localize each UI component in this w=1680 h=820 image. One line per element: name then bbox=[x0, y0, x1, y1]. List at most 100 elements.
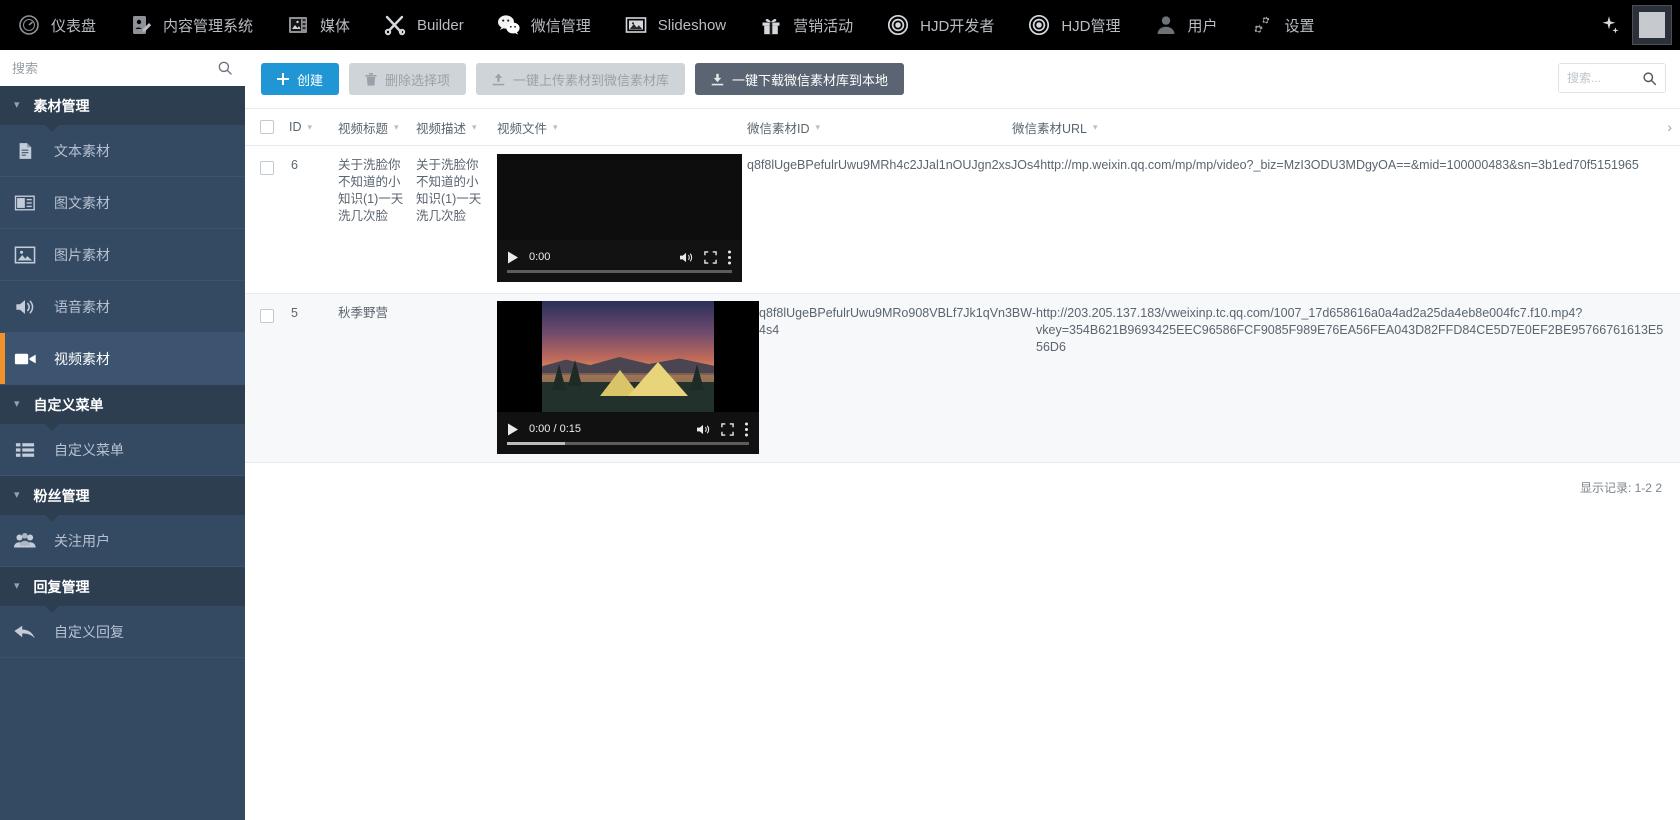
search-icon[interactable] bbox=[217, 60, 233, 76]
topnav-item-slideshow[interactable]: Slideshow bbox=[607, 0, 742, 50]
column-header-wechat-media-url[interactable]: 微信素材URL ▾ bbox=[1012, 118, 1680, 137]
row-checkbox[interactable] bbox=[260, 309, 274, 323]
sidebar-item-text-material[interactable]: 文本素材 bbox=[0, 125, 245, 177]
topbar-right-controls bbox=[1596, 0, 1680, 50]
chevron-down-icon: ▾ bbox=[553, 121, 558, 132]
sidebar-search-input[interactable] bbox=[12, 60, 192, 76]
sidebar-group-custom-menu[interactable]: ▾ 自定义菜单 bbox=[0, 385, 245, 431]
sidebar-item-video-material[interactable]: 视频素材 bbox=[0, 333, 245, 385]
topnav-item-hjd-developer[interactable]: HJD开发者 bbox=[869, 0, 1010, 50]
sidebar-item-custom-reply[interactable]: 自定义回复 bbox=[0, 606, 245, 658]
delete-selected-button[interactable]: 删除选择项 bbox=[349, 63, 467, 95]
topnav-label: Slideshow bbox=[657, 16, 727, 34]
video-camera-icon bbox=[12, 350, 38, 368]
sidebar-item-label: 图文素材 bbox=[54, 194, 110, 211]
sidebar-item-image-material[interactable]: 图片素材 bbox=[0, 229, 245, 281]
video-controls: 0:00 bbox=[497, 240, 742, 282]
target-icon bbox=[1026, 12, 1052, 38]
poster-artwork bbox=[542, 301, 714, 412]
sidebar-search[interactable] bbox=[0, 50, 245, 86]
chevron-down-icon: ▾ bbox=[472, 121, 477, 132]
table-row[interactable]: 6 关于洗脸你不知道的小知识(1)一天洗几次脸 关于洗脸你不知道的小知识(1)一… bbox=[245, 146, 1680, 293]
topnav-label: HJD开发者 bbox=[920, 17, 995, 35]
sidebar-item-voice-material[interactable]: 语音素材 bbox=[0, 281, 245, 333]
video-progress-bar[interactable] bbox=[507, 442, 749, 445]
topnav-label: 营销活动 bbox=[793, 17, 854, 35]
chevron-down-icon: ▾ bbox=[14, 580, 20, 592]
sidebar-item-followers[interactable]: 关注用户 bbox=[0, 515, 245, 567]
chevron-down-icon: ▾ bbox=[14, 489, 20, 501]
column-header-video-file[interactable]: 视频文件 ▾ bbox=[497, 118, 747, 137]
sidebar-item-label: 语音素材 bbox=[54, 298, 110, 315]
topnav-item-settings[interactable]: 设置 bbox=[1234, 0, 1331, 50]
chevron-right-icon[interactable]: › bbox=[1667, 119, 1672, 135]
fullscreen-icon[interactable] bbox=[721, 422, 734, 436]
kebab-menu-icon[interactable] bbox=[727, 250, 732, 265]
table-search-input[interactable] bbox=[1567, 71, 1633, 85]
table-row[interactable]: 5 秋季野营 0:00 / 0:15 q8f8lUgeBPefulrUwu9MR… bbox=[245, 294, 1680, 462]
content-toolbar: 创建 删除选择项 一键上传素材到微信素材库 一键下载微信素材库到本地 搜索... bbox=[245, 50, 1680, 108]
kebab-menu-icon[interactable] bbox=[744, 422, 749, 437]
upload-to-wechat-button[interactable]: 一键上传素材到微信素材库 bbox=[476, 63, 686, 95]
chevron-down-icon: ▾ bbox=[394, 121, 399, 132]
column-header-video-title[interactable]: 视频标题 ▾ bbox=[338, 118, 416, 137]
sidebar-group-material[interactable]: ▾ 素材管理 bbox=[0, 86, 245, 132]
column-header-wechat-media-id[interactable]: 微信素材ID ▾ bbox=[747, 118, 1012, 137]
cell-wechat-media-url: http://mp.weixin.qq.com/mp/mp/video?_biz… bbox=[1040, 158, 1639, 172]
create-button[interactable]: 创建 bbox=[261, 63, 340, 95]
video-player[interactable]: 0:00 / 0:15 bbox=[497, 301, 759, 454]
topnav-item-builder[interactable]: Builder bbox=[366, 0, 480, 50]
slideshow-icon bbox=[623, 12, 649, 38]
video-time: 0:00 bbox=[529, 250, 551, 263]
topnav-item-dashboard[interactable]: 仪表盘 bbox=[0, 0, 112, 50]
video-progress-bar[interactable] bbox=[507, 270, 732, 273]
trash-icon bbox=[365, 72, 377, 86]
column-label: 视频标题 bbox=[338, 121, 389, 136]
row-select-cell[interactable] bbox=[245, 305, 289, 323]
column-header-video-description[interactable]: 视频描述 ▾ bbox=[416, 118, 497, 137]
sidebar-group-fans[interactable]: ▾ 粉丝管理 bbox=[0, 476, 245, 522]
chevron-down-icon: ▾ bbox=[307, 121, 313, 132]
volume-icon[interactable] bbox=[696, 423, 711, 436]
video-player[interactable]: 0:00 bbox=[497, 154, 742, 282]
topnav-label: 微信管理 bbox=[530, 17, 591, 35]
topnav-item-hjd-admin[interactable]: HJD管理 bbox=[1010, 0, 1136, 50]
sidebar-group-reply[interactable]: ▾ 回复管理 bbox=[0, 567, 245, 613]
sparkle-icon[interactable] bbox=[1596, 12, 1622, 38]
row-checkbox[interactable] bbox=[260, 161, 274, 175]
cell-video-title: 秋季野营 bbox=[338, 306, 389, 320]
video-control-row: 0:00 bbox=[497, 244, 742, 270]
wechat-icon bbox=[496, 12, 522, 38]
download-from-wechat-button[interactable]: 一键下载微信素材库到本地 bbox=[695, 63, 905, 95]
sidebar-item-news-material[interactable]: 图文素材 bbox=[0, 177, 245, 229]
page-body: ▾ 素材管理 文本素材 图文素材 bbox=[0, 50, 1680, 820]
select-all-cell[interactable] bbox=[245, 120, 289, 134]
sidebar-group-label: 粉丝管理 bbox=[33, 487, 90, 504]
topnav-item-wechat[interactable]: 微信管理 bbox=[480, 0, 607, 50]
play-icon[interactable] bbox=[507, 251, 519, 264]
column-header-id[interactable]: ID ▾ bbox=[289, 120, 338, 134]
column-label: 微信素材ID bbox=[747, 121, 810, 136]
top-nav-items: 仪表盘 内容管理系统 媒体 Builder 微信管理 Slideshow 营销活… bbox=[0, 0, 1331, 50]
play-icon[interactable] bbox=[507, 423, 519, 436]
topnav-item-marketing[interactable]: 营销活动 bbox=[742, 0, 869, 50]
select-all-checkbox[interactable] bbox=[260, 120, 274, 134]
search-icon[interactable] bbox=[1642, 71, 1657, 86]
target-icon bbox=[885, 12, 911, 38]
avatar-image bbox=[1639, 12, 1665, 38]
topnav-label: 用户 bbox=[1187, 17, 1218, 35]
poster-tree bbox=[690, 364, 704, 390]
table-search[interactable] bbox=[1558, 63, 1666, 93]
list-icon bbox=[12, 441, 38, 459]
avatar[interactable] bbox=[1632, 5, 1672, 45]
sidebar-item-custom-menu[interactable]: 自定义菜单 bbox=[0, 424, 245, 476]
topnav-item-users[interactable]: 用户 bbox=[1137, 0, 1234, 50]
fullscreen-icon[interactable] bbox=[704, 250, 717, 264]
sidebar: ▾ 素材管理 文本素材 图文素材 bbox=[0, 50, 245, 820]
column-label: 视频描述 bbox=[416, 121, 467, 136]
volume-icon[interactable] bbox=[679, 251, 694, 264]
topnav-item-media[interactable]: 媒体 bbox=[269, 0, 366, 50]
row-select-cell[interactable] bbox=[245, 157, 289, 175]
cms-icon bbox=[128, 12, 154, 38]
topnav-item-cms[interactable]: 内容管理系统 bbox=[112, 0, 269, 50]
